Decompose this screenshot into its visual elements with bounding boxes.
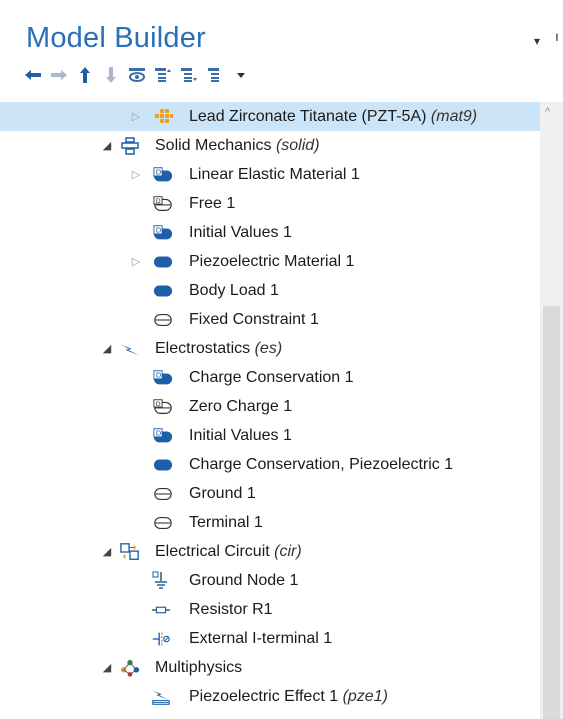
node-label: Body Load 1	[189, 281, 279, 299]
tree-node-body-load[interactable]: Body Load 1	[0, 276, 540, 305]
tree-node-charge-conservation-piezo[interactable]: Charge Conservation, Piezoelectric 1	[0, 450, 540, 479]
tree-node-initial-values-es[interactable]: D Initial Values 1	[0, 421, 540, 450]
arrow-up-icon[interactable]	[76, 64, 94, 86]
toolbar	[24, 62, 250, 88]
tree-node-pzt-material[interactable]: ▷ Lead Zirconate Titanate (PZT-5A) (mat9…	[0, 102, 540, 131]
svg-text:D: D	[156, 167, 162, 176]
node-label: External I-terminal 1	[189, 629, 333, 647]
tree-node-piezoelectric-material[interactable]: ▷ Piezoelectric Material 1	[0, 247, 540, 276]
arrow-down-icon[interactable]	[102, 64, 120, 86]
boundary-default-icon: D	[153, 398, 173, 416]
tree-node-resistor[interactable]: Resistor R1	[0, 595, 540, 624]
solid-mechanics-icon	[120, 136, 140, 155]
collapse-arrow-icon[interactable]: ◢	[101, 342, 113, 356]
panel-menu-icon[interactable]: ▾	[534, 34, 540, 48]
node-label: Resistor R1	[189, 600, 273, 618]
tree-node-ground-node[interactable]: Ground Node 1	[0, 566, 540, 595]
domain-default-icon: D	[153, 166, 173, 184]
node-label: Electrical Circuit	[155, 542, 270, 560]
panel-title: Model Builder	[26, 22, 206, 54]
domain-default-icon: D	[153, 369, 173, 387]
dropdown-icon[interactable]	[232, 64, 250, 86]
show-icon[interactable]	[128, 64, 146, 86]
tree-node-multiphysics[interactable]: ◢ Multiphysics	[0, 653, 540, 682]
svg-text:D: D	[156, 198, 161, 205]
node-label: Initial Values 1	[189, 426, 292, 444]
tree-node-solid-mechanics[interactable]: ◢ Solid Mechanics (solid)	[0, 131, 540, 160]
node-label: Charge Conservation, Piezoelectric 1	[189, 455, 454, 473]
expand-arrow-icon[interactable]: ▷	[130, 255, 142, 269]
tree-node-linear-elastic[interactable]: ▷ D Linear Elastic Material 1	[0, 160, 540, 189]
ground-node-icon	[151, 571, 171, 590]
domain-icon	[153, 282, 173, 300]
tree-node-zero-charge[interactable]: D Zero Charge 1	[0, 392, 540, 421]
boundary-icon	[153, 311, 173, 329]
boundary-default-icon: D	[153, 195, 173, 213]
material-icon	[154, 108, 174, 126]
boundary-icon	[153, 514, 173, 532]
circuit-icon	[120, 542, 140, 561]
node-label: Initial Values 1	[189, 223, 292, 241]
node-tag: (pze1)	[342, 687, 388, 705]
node-tag: (mat9)	[430, 107, 478, 125]
domain-default-icon: D	[153, 427, 173, 445]
node-label: Charge Conservation 1	[189, 368, 354, 386]
domain-default-icon: D	[153, 224, 173, 242]
tree-node-piezoelectric-effect[interactable]: Piezoelectric Effect 1 (pze1)	[0, 682, 540, 711]
tree-node-fixed-constraint[interactable]: Fixed Constraint 1	[0, 305, 540, 334]
collapse-arrow-icon[interactable]: ◢	[101, 661, 113, 675]
node-label: Lead Zirconate Titanate (PZT-5A)	[189, 107, 427, 125]
tree-node-initial-values[interactable]: D Initial Values 1	[0, 218, 540, 247]
svg-text:D: D	[156, 225, 162, 234]
expand-icon[interactable]	[180, 64, 198, 86]
node-label: Ground 1	[189, 484, 256, 502]
tree-node-electrical-circuit[interactable]: ◢ Electrical Circuit (cir)	[0, 537, 540, 566]
node-label: Free 1	[189, 194, 236, 212]
piezo-effect-icon	[151, 688, 171, 706]
node-label: Zero Charge 1	[189, 397, 293, 415]
svg-text:D: D	[156, 401, 161, 408]
scroll-up-icon[interactable]: ^	[545, 106, 550, 118]
tree-node-terminal[interactable]: Terminal 1	[0, 508, 540, 537]
collapse-icon[interactable]	[154, 64, 172, 86]
boundary-icon	[153, 485, 173, 503]
expand-arrow-icon[interactable]: ▷	[130, 168, 142, 182]
multiphysics-icon	[120, 659, 140, 677]
node-label: Linear Elastic Material 1	[189, 165, 360, 183]
node-tag: (solid)	[275, 136, 320, 154]
node-tag: (cir)	[274, 542, 302, 560]
model-tree: ▷ Lead Zirconate Titanate (PZT-5A) (mat9…	[0, 102, 563, 719]
svg-text:D: D	[156, 370, 162, 379]
arrow-right-icon[interactable]	[50, 64, 68, 86]
arrow-left-icon[interactable]	[24, 64, 42, 86]
collapse-arrow-icon[interactable]: ◢	[101, 139, 113, 153]
node-label: Terminal 1	[189, 513, 263, 531]
node-tag: (es)	[254, 339, 283, 357]
resistor-icon	[151, 601, 171, 619]
node-label: Piezoelectric Effect 1	[189, 687, 339, 705]
node-label: Fixed Constraint 1	[189, 310, 319, 328]
node-label: Piezoelectric Material 1	[189, 252, 355, 270]
model-builder-panel: Model Builder ▾ ı ▷ Lead Zirconate Titan…	[0, 0, 563, 719]
expand-arrow-icon[interactable]: ▷	[130, 110, 142, 124]
external-terminal-icon	[151, 630, 171, 648]
node-label: Electrostatics	[155, 339, 251, 357]
tree-node-electrostatics[interactable]: ◢ Electrostatics (es)	[0, 334, 540, 363]
tree-node-external-terminal[interactable]: External I-terminal 1	[0, 624, 540, 653]
tree-node-charge-conservation[interactable]: D Charge Conservation 1	[0, 363, 540, 392]
scrollbar-thumb[interactable]	[543, 306, 560, 719]
domain-icon	[153, 456, 173, 474]
tree-node-ground[interactable]: Ground 1	[0, 479, 540, 508]
panel-edge-glyph: ı	[555, 28, 559, 44]
node-label: Solid Mechanics	[155, 136, 272, 154]
node-label: Multiphysics	[155, 658, 243, 676]
collapse-arrow-icon[interactable]: ◢	[101, 545, 113, 559]
domain-icon	[153, 253, 173, 271]
node-label: Ground Node 1	[189, 571, 299, 589]
list-icon[interactable]	[206, 64, 224, 86]
electrostatics-icon	[120, 340, 140, 358]
tree-node-free[interactable]: D Free 1	[0, 189, 540, 218]
svg-text:D: D	[156, 428, 162, 437]
